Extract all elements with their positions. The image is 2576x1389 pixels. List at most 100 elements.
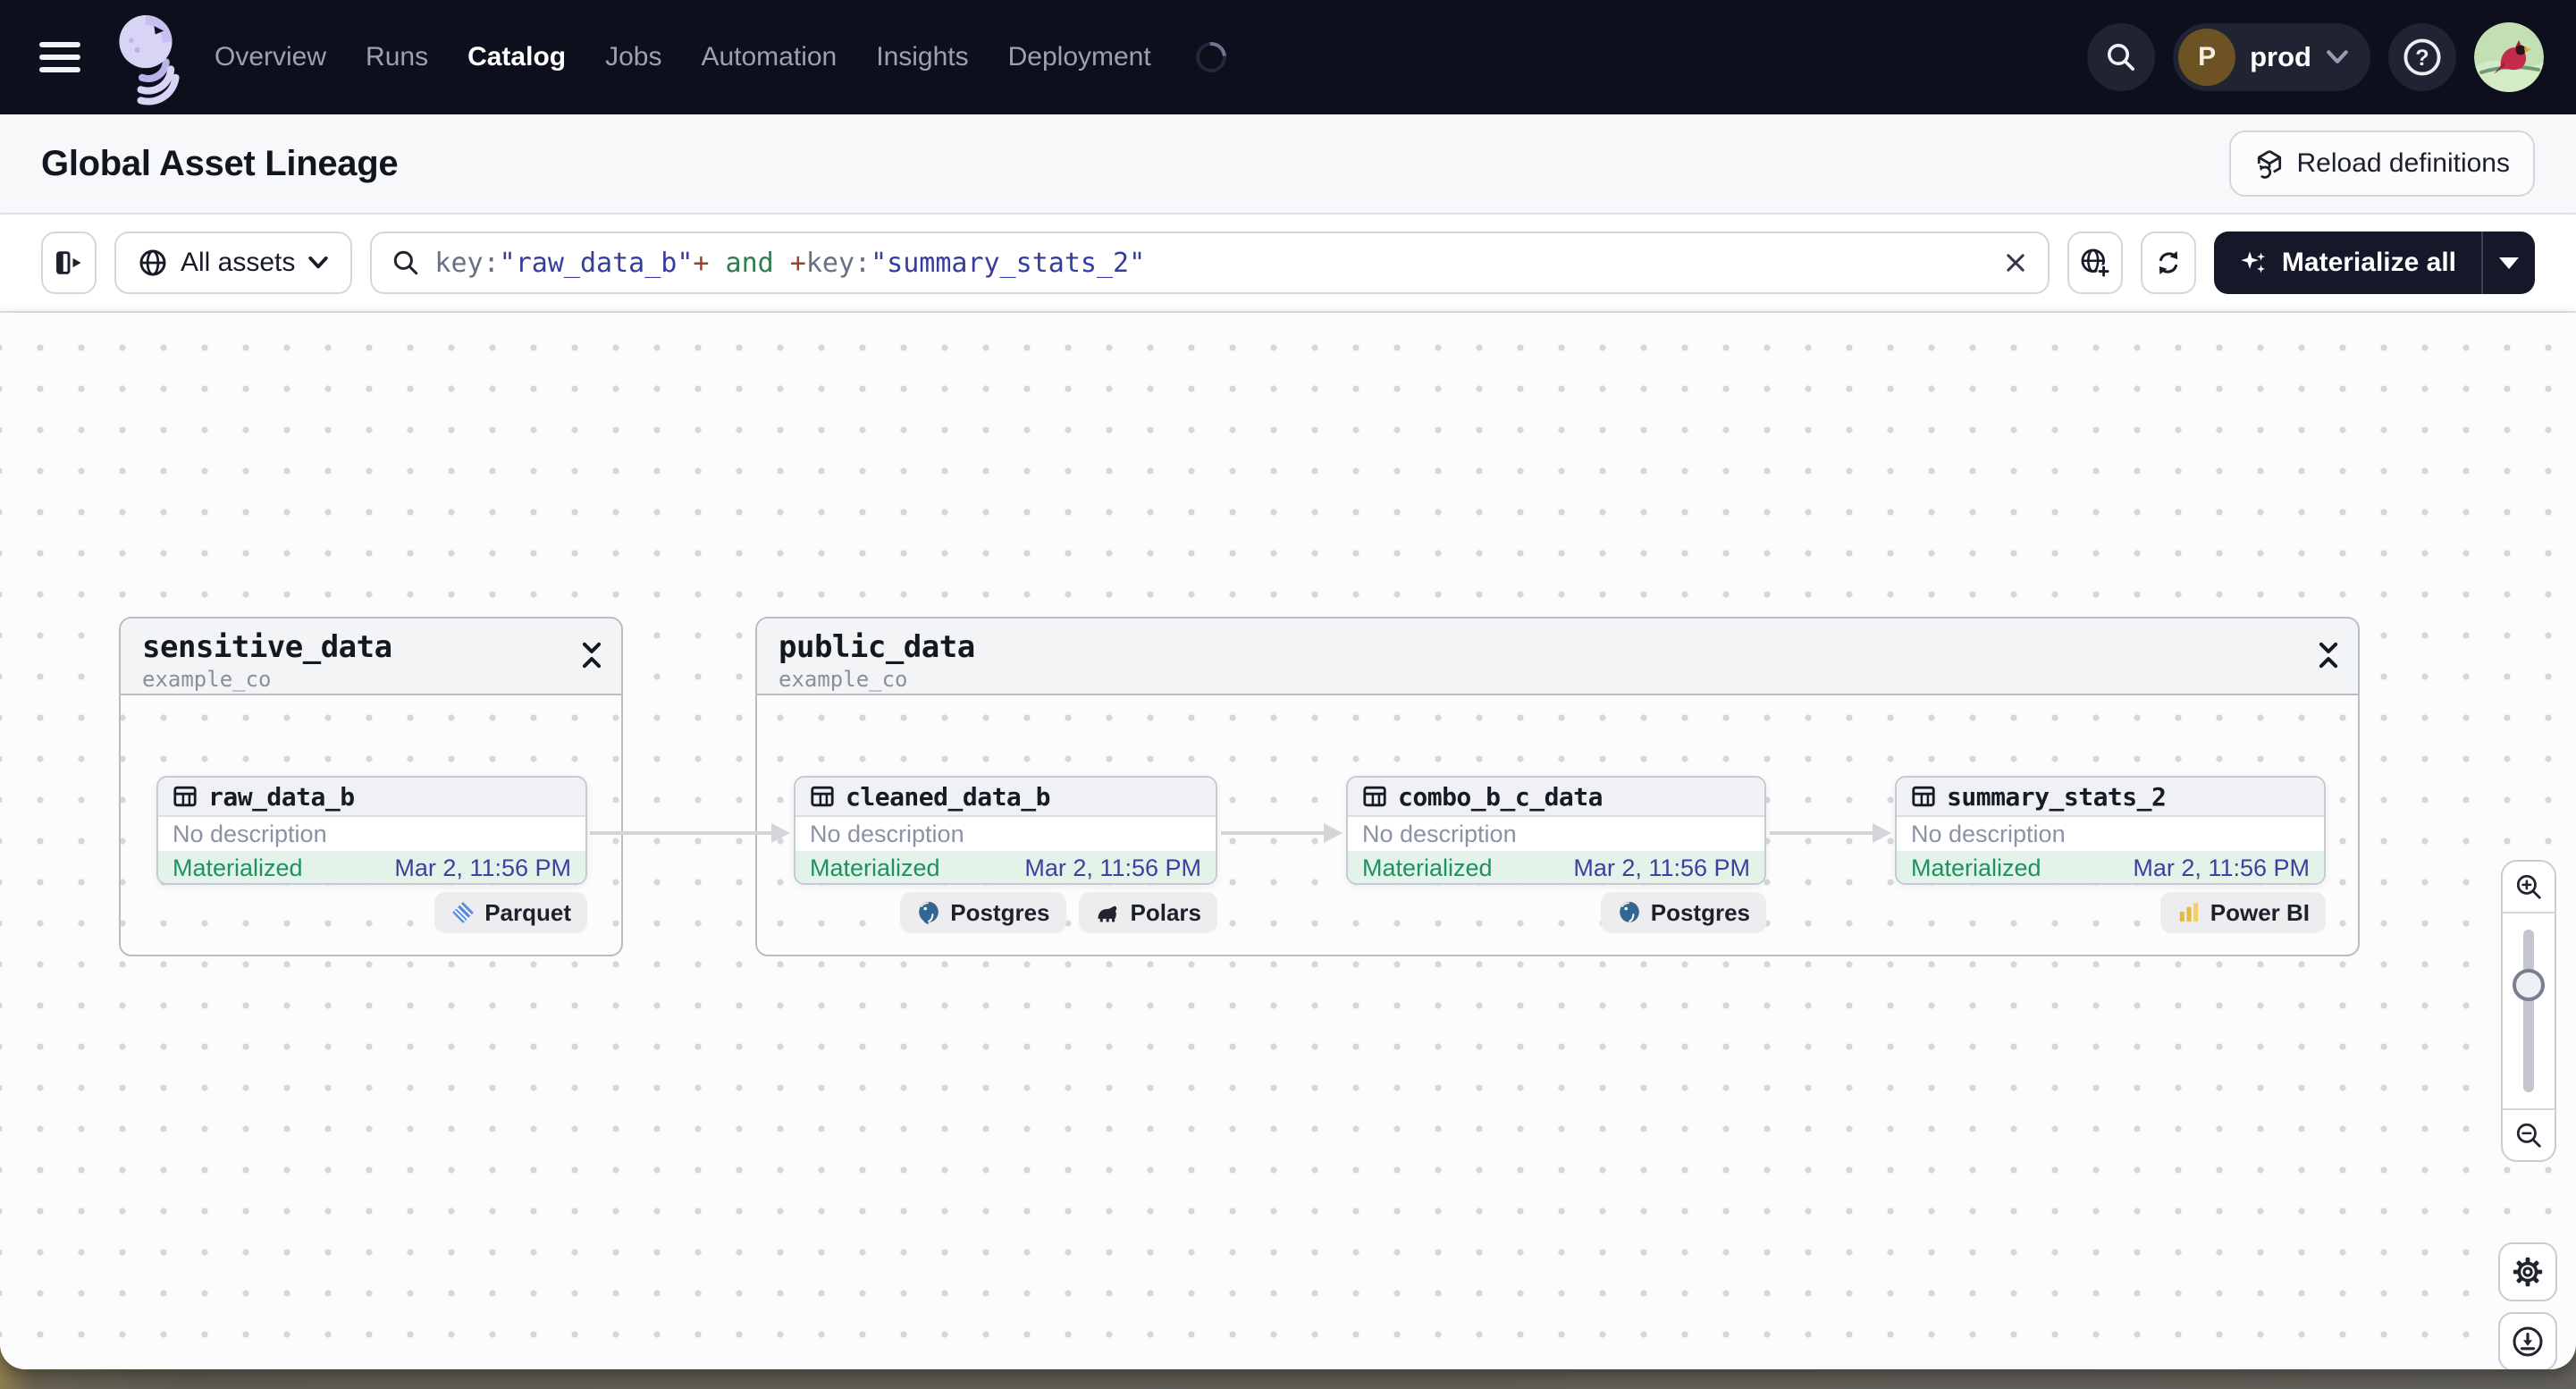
zoom-slider[interactable] xyxy=(2503,912,2555,1110)
asset-node-combo-b-c-data[interactable]: combo_b_c_data No description Materializ… xyxy=(1346,776,1766,885)
asset-timestamp: Mar 2, 11:56 PM xyxy=(394,854,571,881)
badge-label: Power BI xyxy=(2210,898,2310,926)
materialize-all-label: Materialize all xyxy=(2281,248,2456,277)
globe-icon xyxy=(139,249,166,276)
query-operator: + xyxy=(789,247,806,279)
asset-status: Materialized xyxy=(810,854,940,881)
asset-status-row: Materialized Mar 2, 11:56 PM xyxy=(1897,851,2324,883)
parquet-icon xyxy=(452,902,475,923)
query-value: "summary_stats_2" xyxy=(871,247,1146,279)
badge-label: Parquet xyxy=(484,898,571,926)
asset-badges: Postgres xyxy=(1346,892,1766,933)
panel-expand-icon xyxy=(56,251,81,274)
asset-filter-input[interactable]: key:"raw_data_b"+ and +key:"summary_stat… xyxy=(370,232,2050,294)
new-tab-button[interactable] xyxy=(2067,232,2123,294)
search-icon xyxy=(2108,44,2135,71)
collapse-icon xyxy=(2319,642,2338,669)
asset-node-header: summary_stats_2 xyxy=(1897,778,2324,817)
reload-definitions-button[interactable]: Reload definitions xyxy=(2228,130,2535,197)
group-repository: example_co xyxy=(142,667,272,692)
lineage-edge xyxy=(590,823,790,843)
table-icon xyxy=(811,786,834,807)
refresh-icon xyxy=(2159,250,2178,275)
refresh-button[interactable] xyxy=(2140,232,2196,294)
query-key: key: xyxy=(805,247,871,279)
asset-badges: Parquet xyxy=(156,892,587,933)
polars-icon xyxy=(1097,905,1116,922)
group-header[interactable]: sensitive_data example_co xyxy=(121,619,621,695)
dagster-logo-icon[interactable] xyxy=(111,8,188,106)
asset-timestamp: Mar 2, 11:56 PM xyxy=(1573,854,1750,881)
zoom-out-icon xyxy=(2516,1123,2541,1148)
nav-item-insights[interactable]: Insights xyxy=(876,42,968,72)
search-icon xyxy=(394,250,418,275)
zoom-out-button[interactable] xyxy=(2503,1110,2555,1160)
asset-status-row: Materialized Mar 2, 11:56 PM xyxy=(158,851,585,883)
asset-scope-dropdown[interactable]: All assets xyxy=(114,232,353,294)
nav-item-jobs[interactable]: Jobs xyxy=(605,42,661,72)
clear-filter-button[interactable] xyxy=(2003,250,2028,275)
asset-description: No description xyxy=(173,820,327,847)
globe-plus-icon xyxy=(2081,248,2110,278)
asset-node-raw-data-b[interactable]: raw_data_b No description Materialized M… xyxy=(156,776,587,885)
deployment-switcher[interactable]: P prod xyxy=(2173,23,2370,91)
group-repository: example_co xyxy=(779,667,908,692)
badge-label: Postgres xyxy=(1650,898,1750,926)
zoom-in-button[interactable] xyxy=(2503,862,2555,912)
asset-status: Materialized xyxy=(173,854,303,881)
page-header: Global Asset Lineage Reload definitions xyxy=(0,114,2576,215)
download-image-button[interactable] xyxy=(2498,1312,2557,1369)
query-keyword: and xyxy=(709,247,790,279)
kind-badge-power-bi[interactable]: Power BI xyxy=(2159,892,2326,933)
lineage-canvas[interactable]: sensitive_data example_co public_data ex… xyxy=(0,313,2576,1369)
download-icon xyxy=(2513,1326,2543,1357)
asset-node-header: cleaned_data_b xyxy=(796,778,1216,817)
graph-settings-button[interactable] xyxy=(2498,1242,2557,1301)
kind-badge-postgres[interactable]: Postgres xyxy=(900,892,1066,933)
collapse-group-button[interactable] xyxy=(580,642,603,673)
collapse-group-button[interactable] xyxy=(2317,642,2340,673)
kind-badge-polars[interactable]: Polars xyxy=(1078,892,1217,933)
badge-label: Postgres xyxy=(950,898,1050,926)
postgres-icon xyxy=(919,901,939,924)
lineage-edge xyxy=(1221,823,1343,843)
help-icon: ? xyxy=(2403,38,2441,76)
asset-description: No description xyxy=(810,820,964,847)
zoom-slider-track[interactable] xyxy=(2523,930,2534,1092)
collapse-icon xyxy=(582,642,602,669)
reload-cube-icon xyxy=(2257,149,2281,179)
open-sidebar-button[interactable] xyxy=(41,232,97,294)
asset-status-row: Materialized Mar 2, 11:56 PM xyxy=(796,851,1216,883)
materialize-all-split-button: Materialize all xyxy=(2213,232,2535,294)
asset-description: No description xyxy=(1362,820,1517,847)
loading-spinner-icon xyxy=(1189,36,1233,79)
asset-badges: Postgres Polars xyxy=(794,892,1217,933)
asset-scope-label: All assets xyxy=(181,248,296,277)
kind-badge-postgres[interactable]: Postgres xyxy=(1600,892,1766,933)
group-title: public_data xyxy=(779,629,975,665)
menu-icon[interactable] xyxy=(39,42,80,72)
asset-node-summary-stats-2[interactable]: summary_stats_2 No description Materiali… xyxy=(1895,776,2326,885)
asset-name: cleaned_data_b xyxy=(846,781,1051,812)
page-title: Global Asset Lineage xyxy=(41,143,399,183)
close-icon xyxy=(2007,254,2025,272)
nav-item-automation[interactable]: Automation xyxy=(701,42,837,72)
group-header[interactable]: public_data example_co xyxy=(757,619,2358,695)
asset-node-cleaned-data-b[interactable]: cleaned_data_b No description Materializ… xyxy=(794,776,1217,885)
asset-name: summary_stats_2 xyxy=(1947,781,2167,812)
search-button[interactable] xyxy=(2087,23,2156,91)
nav-item-catalog[interactable]: Catalog xyxy=(467,42,566,72)
zoom-slider-knob[interactable] xyxy=(2513,969,2545,1001)
asset-timestamp: Mar 2, 11:56 PM xyxy=(1024,854,1201,881)
query-key: key: xyxy=(434,247,500,279)
kind-badge-parquet[interactable]: Parquet xyxy=(434,892,587,933)
nav-item-deployment[interactable]: Deployment xyxy=(1008,42,1151,72)
asset-status: Materialized xyxy=(1911,854,2041,881)
materialize-all-button[interactable]: Materialize all xyxy=(2214,232,2481,294)
nav-item-runs[interactable]: Runs xyxy=(366,42,428,72)
help-button[interactable]: ? xyxy=(2388,23,2456,91)
user-avatar[interactable] xyxy=(2474,22,2544,92)
materialize-options-button[interactable] xyxy=(2483,232,2535,294)
nav-item-overview[interactable]: Overview xyxy=(215,42,326,72)
asset-badges: Power BI xyxy=(1895,892,2326,933)
